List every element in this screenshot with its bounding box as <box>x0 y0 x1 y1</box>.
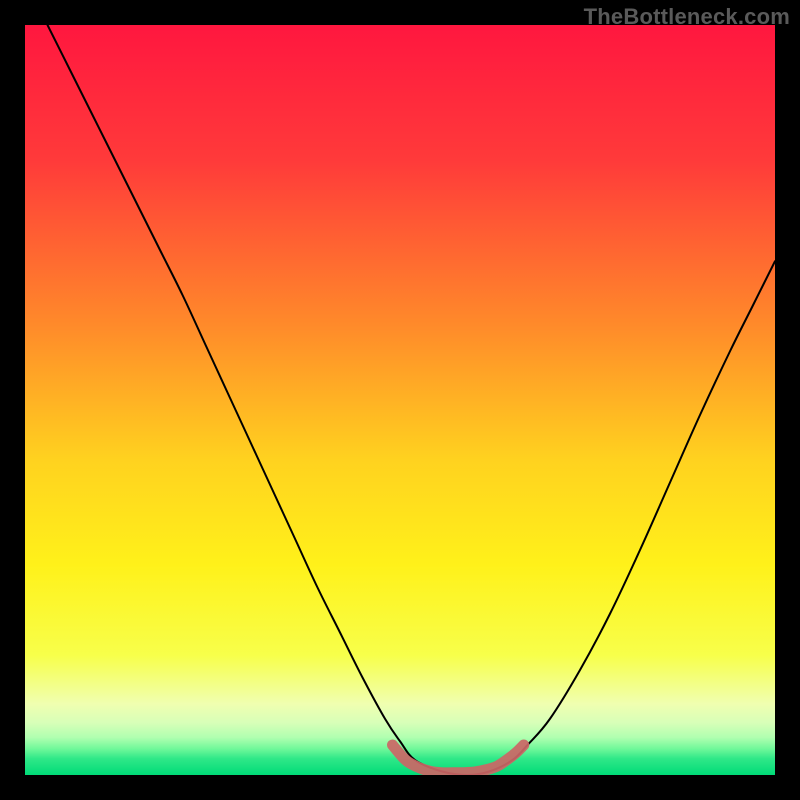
chart-svg <box>25 25 775 775</box>
gradient-background <box>25 25 775 775</box>
watermark-text: TheBottleneck.com <box>584 4 790 30</box>
chart-frame: TheBottleneck.com <box>0 0 800 800</box>
plot-area <box>25 25 775 775</box>
